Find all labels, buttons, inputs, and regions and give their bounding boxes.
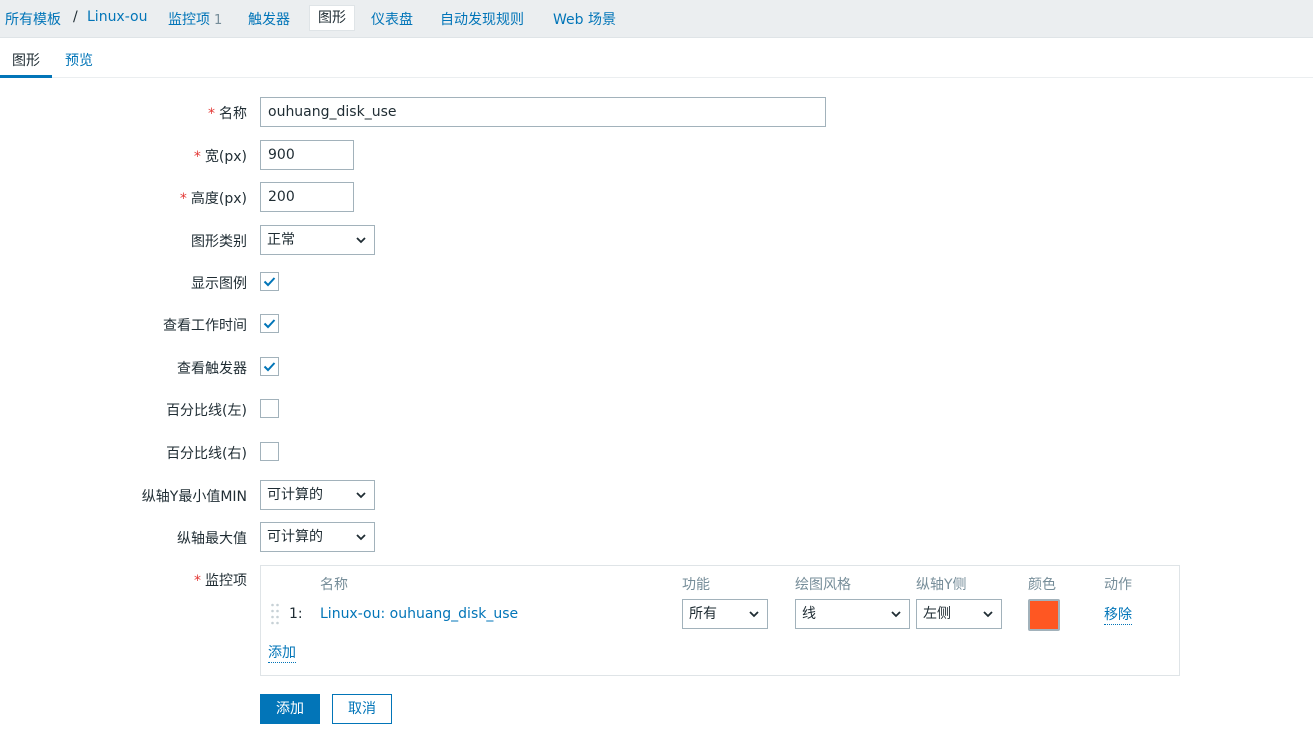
y-side-value: 左侧 — [923, 606, 951, 622]
width-label: * 宽(px) — [194, 146, 247, 166]
tab-preview[interactable]: 预览 — [65, 50, 93, 70]
header-function: 功能 — [682, 577, 710, 593]
chevron-down-icon — [356, 237, 366, 244]
drag-handle-icon[interactable] — [270, 602, 280, 626]
width-label-text: 宽(px) — [204, 149, 247, 165]
add-item-link[interactable]: 添加 — [268, 644, 296, 663]
nav-items[interactable]: 监控项 1 — [168, 9, 222, 29]
function-select[interactable]: 所有 — [682, 599, 768, 629]
add-button[interactable]: 添加 — [260, 694, 320, 724]
ymin-select[interactable]: 可计算的 — [260, 480, 375, 510]
breadcrumb-template[interactable]: Linux-ou — [87, 9, 147, 25]
color-picker-swatch[interactable] — [1028, 599, 1060, 631]
checkmark-icon — [263, 277, 276, 287]
height-input[interactable]: 200 — [260, 182, 354, 212]
chevron-down-icon — [749, 611, 759, 618]
checkmark-icon — [263, 319, 276, 329]
items-label-text: 监控项 — [205, 573, 247, 589]
width-input[interactable]: 900 — [260, 140, 354, 170]
chevron-down-icon — [891, 611, 901, 618]
checkmark-icon — [263, 362, 276, 372]
height-label: * 高度(px) — [180, 188, 247, 208]
y-side-select[interactable]: 左侧 — [916, 599, 1002, 629]
percentile-left-label: 百分比线(左) — [166, 403, 247, 419]
nav-dashboards[interactable]: 仪表盘 — [371, 9, 413, 29]
nav-graphs-active[interactable]: 图形 — [309, 5, 355, 31]
breadcrumb-all-templates[interactable]: 所有模板 — [5, 9, 61, 29]
ymin-value: 可计算的 — [267, 487, 323, 503]
required-mark: * — [179, 191, 187, 207]
percentile-right-checkbox[interactable] — [260, 442, 279, 461]
percentile-left-checkbox[interactable] — [260, 399, 279, 418]
show-work-period-checkbox[interactable] — [260, 314, 279, 333]
remove-link[interactable]: 移除 — [1104, 606, 1132, 625]
items-label: * 监控项 — [194, 570, 247, 590]
percentile-right-label: 百分比线(右) — [166, 446, 247, 462]
cancel-button[interactable]: 取消 — [332, 694, 392, 724]
required-mark: * — [194, 573, 201, 589]
graph-type-value: 正常 — [267, 232, 295, 248]
draw-style-select[interactable]: 线 — [795, 599, 910, 629]
tab-graph[interactable]: 图形 — [0, 50, 52, 78]
nav-items-count: 1 — [214, 13, 223, 28]
row-index: 1: — [289, 606, 303, 622]
header-action: 动作 — [1104, 577, 1132, 593]
show-triggers-checkbox[interactable] — [260, 357, 279, 376]
items-table: 名称 功能 绘图风格 纵轴Y侧 颜色 动作 1: Linux-ou: ouhua… — [260, 565, 1180, 676]
height-label-text: 高度(px) — [190, 191, 247, 207]
header-color: 颜色 — [1028, 577, 1056, 593]
graph-type-select[interactable]: 正常 — [260, 225, 375, 255]
show-triggers-label: 查看触发器 — [177, 361, 247, 377]
ymax-value: 可计算的 — [267, 529, 323, 545]
ymax-select[interactable]: 可计算的 — [260, 522, 375, 552]
header-draw-style: 绘图风格 — [795, 577, 851, 593]
nav-discovery-rules[interactable]: 自动发现规则 — [440, 9, 524, 29]
header-y-side: 纵轴Y侧 — [916, 577, 967, 593]
graph-type-label: 图形类别 — [191, 234, 247, 250]
name-input[interactable]: ouhuang_disk_use — [260, 97, 826, 127]
chevron-down-icon — [356, 492, 366, 499]
form-tabs: 图形 预览 — [0, 38, 1313, 78]
required-mark: * — [208, 106, 215, 122]
show-work-period-label: 查看工作时间 — [163, 318, 247, 334]
nav-triggers[interactable]: 触发器 — [248, 9, 290, 29]
draw-style-value: 线 — [802, 606, 816, 622]
top-navigation: 所有模板 / Linux-ou 监控项 1 触发器 图形 仪表盘 自动发现规则 W… — [0, 0, 1313, 38]
show-legend-checkbox[interactable] — [260, 272, 279, 291]
name-label-text: 名称 — [219, 106, 247, 122]
name-label: * 名称 — [208, 103, 247, 123]
show-legend-label: 显示图例 — [191, 276, 247, 292]
header-name: 名称 — [320, 577, 348, 593]
function-value: 所有 — [689, 606, 717, 622]
chevron-down-icon — [356, 534, 366, 541]
nav-web-scenarios[interactable]: Web 场景 — [553, 9, 616, 29]
nav-items-label: 监控项 — [168, 12, 210, 28]
chevron-down-icon — [983, 611, 993, 618]
breadcrumb-separator: / — [73, 9, 78, 25]
item-name-link[interactable]: Linux-ou: ouhuang_disk_use — [320, 606, 518, 622]
ymin-label: 纵轴Y最小值MIN — [141, 489, 247, 505]
required-mark: * — [193, 149, 201, 165]
ymax-label: 纵轴最大值 — [177, 531, 247, 547]
